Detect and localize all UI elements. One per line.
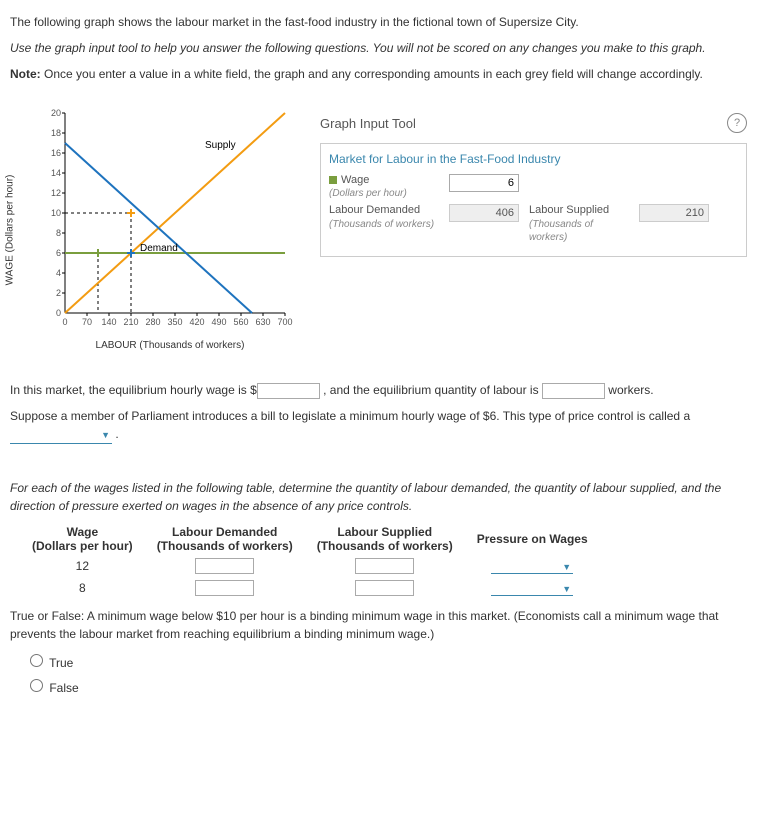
col-demand: Labour Demanded(Thousands of workers): [145, 523, 305, 555]
table-row: 8: [20, 577, 600, 599]
svg-text:2: 2: [56, 288, 61, 298]
graph-instructions: Use the graph input tool to help you ans…: [10, 39, 747, 57]
help-icon[interactable]: ?: [727, 113, 747, 133]
svg-text:18: 18: [51, 128, 61, 138]
pressure-dropdown-row2[interactable]: [491, 581, 573, 596]
true-false-question: True or False: A minimum wage below $10 …: [10, 607, 747, 643]
svg-text:70: 70: [82, 317, 92, 327]
y-axis-label: WAGE (Dollars per hour): [5, 174, 16, 285]
col-supply: Labour Supplied(Thousands of workers): [305, 523, 465, 555]
svg-text:630: 630: [255, 317, 270, 327]
svg-text:700: 700: [277, 317, 292, 327]
wage-input[interactable]: [449, 174, 519, 192]
svg-text:0: 0: [62, 317, 67, 327]
wage-cell: 8: [20, 577, 145, 599]
note-body: Once you enter a value in a white field,…: [41, 67, 703, 81]
note-line: Note: Once you enter a value in a white …: [10, 65, 747, 83]
supply-input-row1[interactable]: [355, 558, 414, 574]
graph-input-tool: Graph Input Tool ? Market for Labour in …: [320, 108, 747, 257]
svg-text:16: 16: [51, 148, 61, 158]
svg-text:420: 420: [189, 317, 204, 327]
svg-text:4: 4: [56, 268, 61, 278]
svg-text:490: 490: [211, 317, 226, 327]
table-row: 12: [20, 555, 600, 577]
wage-field-label: Wage(Dollars per hour): [329, 174, 439, 200]
demand-output: [449, 204, 519, 222]
supply-field-label: Labour Supplied(Thousands of workers): [529, 204, 629, 244]
tool-title: Graph Input Tool: [320, 116, 416, 131]
svg-text:8: 8: [56, 228, 61, 238]
pressure-dropdown-row1[interactable]: [491, 559, 573, 574]
market-title: Market for Labour in the Fast-Food Indus…: [329, 152, 738, 166]
equilibrium-wage-input[interactable]: [257, 383, 320, 399]
equilibrium-question: In this market, the equilibrium hourly w…: [10, 381, 747, 399]
svg-text:210: 210: [123, 317, 138, 327]
svg-text:6: 6: [56, 248, 61, 258]
svg-text:0: 0: [56, 308, 61, 318]
demand-input-row1[interactable]: [195, 558, 254, 574]
x-axis-label: LABOUR (Thousands of workers): [40, 340, 300, 351]
radio-true[interactable]: [30, 654, 43, 667]
demand-field-label: Labour Demanded(Thousands of workers): [329, 204, 439, 230]
wage-pressure-table: Wage(Dollars per hour) Labour Demanded(T…: [20, 523, 600, 599]
radio-false[interactable]: [30, 679, 43, 692]
price-control-question: Suppose a member of Parliament introduce…: [10, 407, 747, 444]
market-box: Market for Labour in the Fast-Food Indus…: [320, 143, 747, 257]
option-true[interactable]: True: [25, 651, 747, 670]
svg-text:560: 560: [233, 317, 248, 327]
svg-text:350: 350: [167, 317, 182, 327]
supply-input-row2[interactable]: [355, 580, 414, 596]
col-wage: Wage(Dollars per hour): [20, 523, 145, 555]
equilibrium-quantity-input[interactable]: [542, 383, 605, 399]
svg-text:Demand: Demand: [140, 243, 178, 254]
svg-text:10: 10: [51, 208, 61, 218]
wage-legend-icon: [329, 176, 337, 184]
table-question-intro: For each of the wages listed in the foll…: [10, 479, 747, 515]
svg-text:20: 20: [51, 108, 61, 118]
supply-output: [639, 204, 709, 222]
price-control-dropdown[interactable]: [10, 425, 112, 444]
svg-text:12: 12: [51, 188, 61, 198]
col-pressure: Pressure on Wages: [465, 523, 600, 555]
svg-text:14: 14: [51, 168, 61, 178]
option-false[interactable]: False: [25, 676, 747, 695]
note-prefix: Note:: [10, 67, 41, 81]
wage-cell: 12: [20, 555, 145, 577]
labour-market-graph[interactable]: 0 2 4 6 8 10 12 14 16 18 20: [40, 108, 300, 338]
graph-panel: WAGE (Dollars per hour) 0 2 4 6 8 10 12 …: [10, 108, 300, 351]
svg-text:280: 280: [145, 317, 160, 327]
true-false-options: True False: [25, 651, 747, 695]
demand-input-row2[interactable]: [195, 580, 254, 596]
svg-text:Supply: Supply: [205, 140, 236, 151]
svg-text:140: 140: [101, 317, 116, 327]
intro-text: The following graph shows the labour mar…: [10, 13, 747, 31]
